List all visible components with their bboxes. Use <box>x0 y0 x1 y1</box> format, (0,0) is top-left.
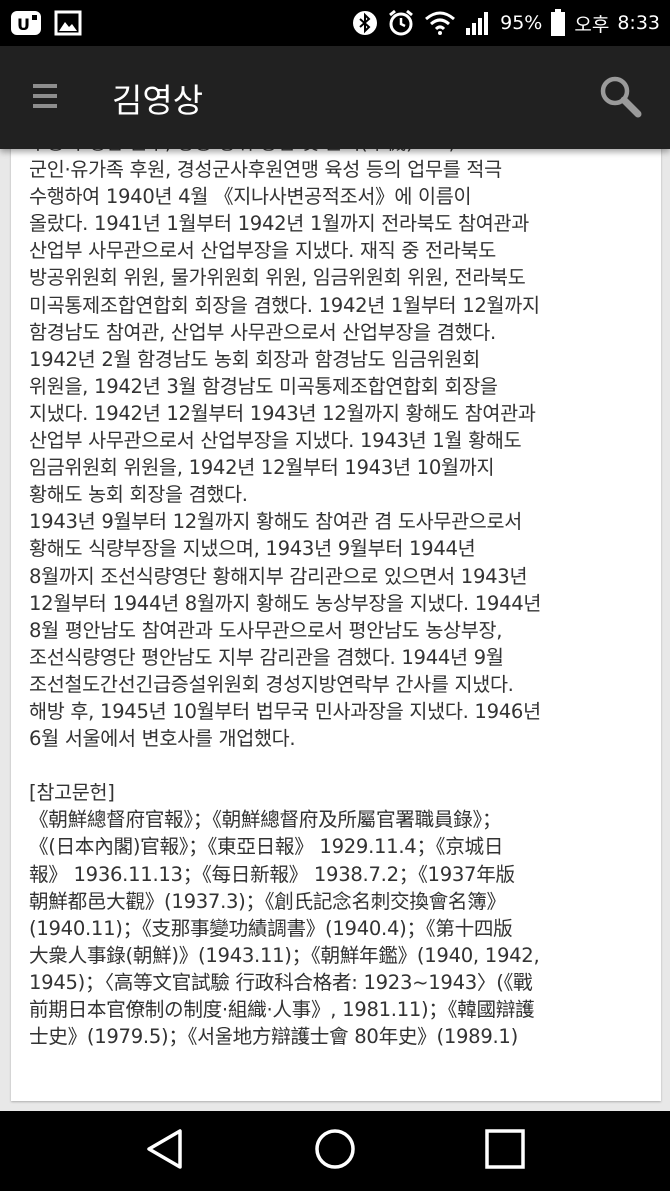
references-heading: [참고문헌] <box>29 781 115 805</box>
article-line <box>29 752 643 779</box>
article-line: 《朝鮮總督府官報》；《朝鮮總督府及所屬官署職員錄》； <box>29 808 502 832</box>
search-icon <box>598 74 642 122</box>
article-line: 올랐다. 1941년 1월부터 1942년 1월까지 전라북도 참여관과 <box>29 212 529 236</box>
article-line: 미곡통제조합연합회 회장을 겸했다. 1942년 1월부터 12월까지 <box>29 293 540 317</box>
home-circle-icon <box>313 1127 357 1175</box>
article-line: 8월까지 조선식량영단 황해지부 감리관으로 있으면서 1943년 <box>29 564 528 588</box>
bluetooth-icon <box>352 10 378 36</box>
status-bar: U 95% 오후 8:33 <box>0 0 670 46</box>
article-line: 수행하여 1940년 4월 《지나사변공적조서》에 이름이 <box>29 185 472 209</box>
page-title: 김영상 <box>112 80 204 120</box>
article-card: 수송과 병참 근무, 방공·방위·방첩 및 군기(軍機)보호, 군인·유가족 후원… <box>11 149 661 1101</box>
article-line: 군인·유가족 후원, 경성군사후원연맹 육성 등의 업무를 적극 <box>29 158 502 182</box>
article-line: 해방 후, 1945년 10월부터 법무국 민사과장을 지냈다. 1946년 <box>29 699 541 723</box>
wifi-icon <box>424 10 456 36</box>
article-line: 報》 1936.11.13；《每日新報》 1938.7.2；《1937年版 <box>29 862 515 886</box>
article-line: (1940.11)；《支那事變功績調書》(1940.4)；《第十四版 <box>29 916 513 940</box>
article-line: 士史》(1979.5)；《서울地方辯護士會 80年史》(1989.1) <box>29 1025 518 1049</box>
recents-button[interactable] <box>465 1111 545 1191</box>
alarm-icon <box>386 9 416 37</box>
article-line: 8월 평안남도 참여관과 도사무관으로서 평안남도 농상부장, <box>29 618 503 642</box>
time-period: 오후 <box>574 13 610 36</box>
article-line: 朝鮮都邑大觀》(1937.3)；《創氏記念名刺交換會名簿》 <box>29 889 506 913</box>
image-notification-icon <box>54 10 82 36</box>
article-body: 수송과 병참 근무, 방공·방위·방첩 및 군기(軍機)보호, 군인·유가족 후원… <box>29 149 643 1050</box>
article-line: 6월 서울에서 변호사를 개업했다. <box>29 727 296 751</box>
svg-text:U: U <box>17 15 30 34</box>
content-scroll-area[interactable]: 수송과 병참 근무, 방공·방위·방첩 및 군기(軍機)보호, 군인·유가족 후원… <box>0 149 670 1111</box>
article-line: 방공위원회 위원, 물가위원회 위원, 임금위원회 위원, 전라북도 <box>29 266 526 290</box>
signal-icon <box>464 10 492 36</box>
article-line: 수송과 병참 근무, 방공·방위·방첩 및 군기(軍機)보호, <box>29 149 643 156</box>
home-button[interactable] <box>295 1111 375 1191</box>
article-line: 12월부터 1944년 8월까지 황해도 농상부장을 지냈다. 1944년 <box>29 591 542 615</box>
article-line: 황해도 농회 회장을 겸했다. <box>29 483 248 507</box>
article-line: 산업부 사무관으로서 산업부장을 지냈다. 재직 중 전라북도 <box>29 239 496 263</box>
back-button[interactable] <box>125 1111 205 1191</box>
app-notification-icon: U <box>10 9 44 37</box>
menu-button[interactable] <box>0 46 90 149</box>
article-line: 1945)；〈高等文官試驗 行政科合格者: 1923~1943〉(《戰 <box>29 970 533 994</box>
article-line: 1943년 9월부터 12월까지 황해도 참여관 겸 도사무관으로서 <box>29 510 522 534</box>
article-line: 위원을, 1942년 3월 함경남도 미곡통제조합연합회 회장을 <box>29 374 498 398</box>
article-line: 임금위원회 위원을, 1942년 12월부터 1943년 10월까지 <box>29 456 495 480</box>
article-line: 大衆人事錄(朝鮮)》(1943.11)；《朝鮮年鑑》(1940, 1942, <box>29 943 540 967</box>
article-line: 《(日本內閣)官報》；《東亞日報》 1929.11.4；《京城日 <box>29 835 504 859</box>
navigation-bar <box>0 1111 670 1191</box>
article-line: 황해도 식량부장을 지냈으며, 1943년 9월부터 1944년 <box>29 537 476 561</box>
article-line: 함경남도 참여관, 산업부 사무관으로서 산업부장을 겸했다. <box>29 320 496 344</box>
article-line: 조선식량영단 평안남도 지부 감리관을 겸했다. 1944년 9월 <box>29 645 504 669</box>
back-triangle-icon <box>145 1128 185 1174</box>
article-line: 산업부 사무관으로서 산업부장을 지냈다. 1943년 1월 황해도 <box>29 429 522 453</box>
recents-square-icon <box>484 1128 526 1174</box>
article-line: 1942년 2월 함경남도 농회 회장과 함경남도 임금위원회 <box>29 347 480 371</box>
clock-time: 8:33 <box>617 12 660 34</box>
article-line: 前期日本官僚制の制度·組織·人事》, 1981.11)；《韓國辯護 <box>29 998 535 1021</box>
article-line: 조선철도간선긴급증설위원회 경성지방연락부 간사를 지냈다. <box>29 672 514 696</box>
battery-percent: 95% <box>500 12 543 34</box>
hamburger-menu-icon <box>33 83 57 113</box>
battery-icon <box>550 9 566 37</box>
search-button[interactable] <box>570 46 670 149</box>
article-line: 지냈다. 1942년 12월부터 1943년 12월까지 황해도 참여관과 <box>29 401 536 425</box>
app-bar: 김영상 <box>0 46 670 149</box>
